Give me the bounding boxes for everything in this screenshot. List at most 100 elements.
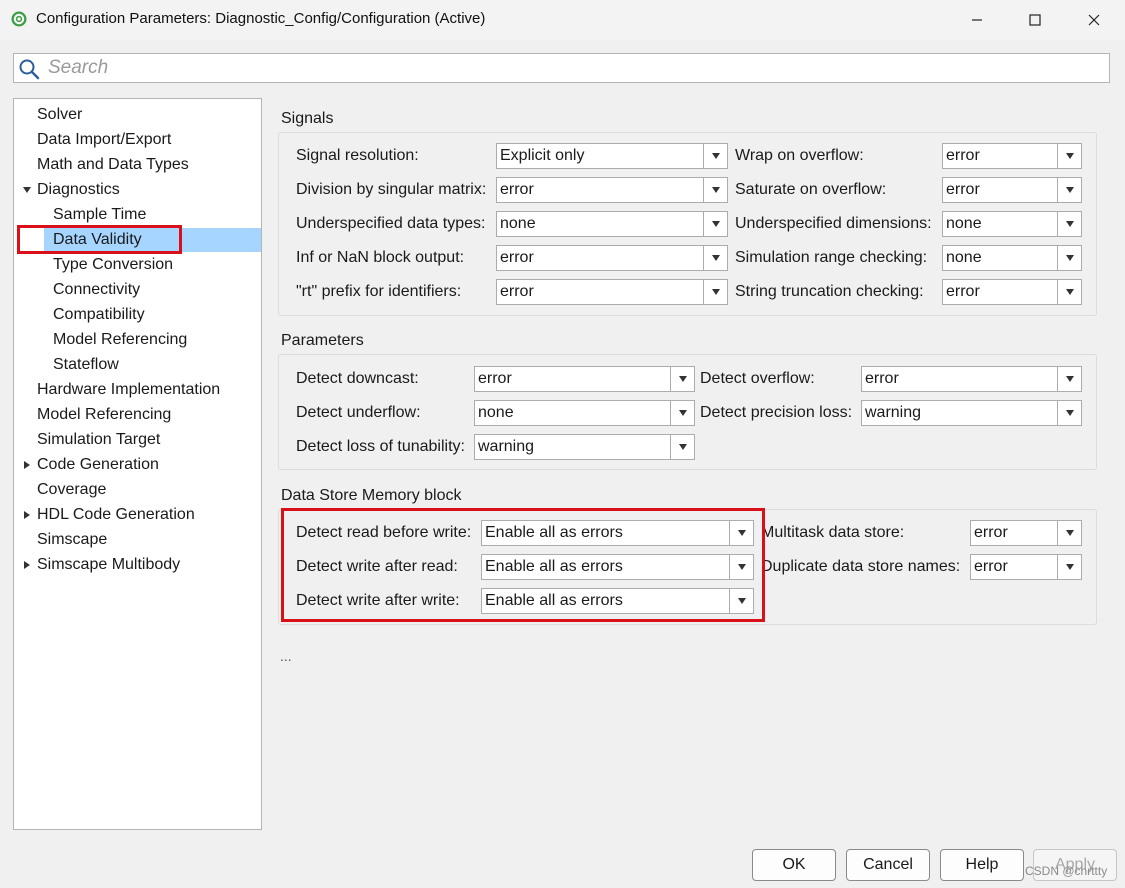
parameters-detect-overflow-dropdown[interactable]: error xyxy=(861,366,1082,392)
dropdown-value: warning xyxy=(478,438,535,455)
tree-item-coverage[interactable]: Coverage xyxy=(14,478,261,502)
tree-item-label: Code Generation xyxy=(37,456,159,473)
chevron-down-icon xyxy=(711,255,720,261)
dropdown-button[interactable] xyxy=(1057,555,1081,579)
chevron-down-icon xyxy=(1065,376,1074,382)
title-bar: Configuration Parameters: Diagnostic_Con… xyxy=(0,0,1125,40)
signals-underspecified-data-types-dropdown[interactable]: none xyxy=(496,211,728,237)
dropdown-button[interactable] xyxy=(1057,144,1081,168)
dropdown-button[interactable] xyxy=(703,246,727,270)
signals-wrap-on-overflow-dropdown[interactable]: error xyxy=(942,143,1082,169)
signals-underspecified-dimensions-dropdown[interactable]: none xyxy=(942,211,1082,237)
dsm-multitask-data-store-dropdown[interactable]: error xyxy=(970,520,1082,546)
help-button[interactable]: Help xyxy=(940,849,1024,881)
dropdown-button[interactable] xyxy=(1057,401,1081,425)
tree-item-simscape[interactable]: Simscape xyxy=(14,528,261,552)
expand-arrow-right-icon[interactable] xyxy=(22,553,32,577)
tree-item-compatibility[interactable]: Compatibility xyxy=(44,303,261,327)
parameters-detect-overflow-label: Detect overflow: xyxy=(700,370,815,387)
tree-item-hdl-code-generation[interactable]: HDL Code Generation xyxy=(14,503,261,527)
minimize-button[interactable] xyxy=(963,6,991,34)
ok-button[interactable]: OK xyxy=(752,849,836,881)
tree-item-solver[interactable]: Solver xyxy=(14,103,261,127)
dropdown-button[interactable] xyxy=(703,280,727,304)
tree-item-diagnostics[interactable]: Diagnostics xyxy=(14,178,261,202)
chevron-down-icon xyxy=(678,444,687,450)
dropdown-button[interactable] xyxy=(1057,212,1081,236)
dropdown-button[interactable] xyxy=(670,435,694,459)
dropdown-button[interactable] xyxy=(1057,178,1081,202)
tree-item-simulation-target[interactable]: Simulation Target xyxy=(14,428,261,452)
expand-arrow-down-icon[interactable] xyxy=(22,178,32,202)
signals-string-truncation-checking-dropdown[interactable]: error xyxy=(942,279,1082,305)
tree-item-stateflow[interactable]: Stateflow xyxy=(44,353,261,377)
maximize-button[interactable] xyxy=(1021,6,1049,34)
chevron-down-icon xyxy=(1065,410,1074,416)
tree-item-label: Model Referencing xyxy=(37,406,172,423)
close-button[interactable] xyxy=(1080,6,1108,34)
tree-item-type-conversion[interactable]: Type Conversion xyxy=(44,253,261,277)
tree-item-label: HDL Code Generation xyxy=(37,506,195,523)
parameters-detect-loss-of-tunability-dropdown[interactable]: warning xyxy=(474,434,695,460)
search-icon xyxy=(19,59,40,80)
tree-item-sample-time[interactable]: Sample Time xyxy=(44,203,261,227)
dropdown-button[interactable] xyxy=(703,178,727,202)
parameters-detect-loss-of-tunability-label: Detect loss of tunability: xyxy=(296,438,465,455)
dsm-duplicate-data-store-names-label: Duplicate data store names: xyxy=(761,558,961,575)
signals-division-by-singular-matrix-dropdown[interactable]: error xyxy=(496,177,728,203)
signals-underspecified-dimensions-label: Underspecified dimensions: xyxy=(735,215,932,232)
content-pane: Signals Parameters Data Store Memory blo… xyxy=(262,98,1112,830)
dropdown-value: none xyxy=(478,404,514,421)
dropdown-value: error xyxy=(946,181,980,198)
parameters-detect-underflow-dropdown[interactable]: none xyxy=(474,400,695,426)
chevron-down-icon xyxy=(1065,153,1074,159)
app-icon xyxy=(11,11,27,27)
dsm-duplicate-data-store-names-dropdown[interactable]: error xyxy=(970,554,1082,580)
tree-item-label: Diagnostics xyxy=(37,181,120,198)
dropdown-button[interactable] xyxy=(703,212,727,236)
chevron-right-icon xyxy=(24,561,30,569)
tree-item-model-referencing[interactable]: Model Referencing xyxy=(14,403,261,427)
chevron-down-icon xyxy=(23,187,31,193)
signals-simulation-range-checking-dropdown[interactable]: none xyxy=(942,245,1082,271)
cancel-button[interactable]: Cancel xyxy=(846,849,930,881)
tree-item-label: Sample Time xyxy=(53,206,147,223)
signals-signal-resolution-dropdown[interactable]: Explicit only xyxy=(496,143,728,169)
dropdown-value: error xyxy=(500,181,534,198)
tree-item-label: Type Conversion xyxy=(53,256,174,273)
dropdown-button[interactable] xyxy=(670,401,694,425)
dropdown-button[interactable] xyxy=(1057,280,1081,304)
parameters-detect-precision-loss-dropdown[interactable]: warning xyxy=(861,400,1082,426)
chevron-down-icon xyxy=(1065,187,1074,193)
expand-arrow-right-icon[interactable] xyxy=(22,453,32,477)
tree-item-hardware-implementation[interactable]: Hardware Implementation xyxy=(14,378,261,402)
category-tree[interactable]: Solver Data Import/Export Math and Data Ty… xyxy=(13,98,262,830)
tree-item-model-referencing[interactable]: Model Referencing xyxy=(44,328,261,352)
tree-item-code-generation[interactable]: Code Generation xyxy=(14,453,261,477)
tree-item-connectivity[interactable]: Connectivity xyxy=(44,278,261,302)
window-title: Configuration Parameters: Diagnostic_Con… xyxy=(36,10,486,27)
search-input[interactable]: Search xyxy=(13,53,1110,83)
dropdown-button[interactable] xyxy=(1057,367,1081,391)
chevron-down-icon xyxy=(711,221,720,227)
dropdown-button[interactable] xyxy=(1057,246,1081,270)
signals-rt-prefix-for-identifiers-label: "rt" prefix for identifiers: xyxy=(296,283,462,300)
expand-arrow-right-icon[interactable] xyxy=(22,503,32,527)
signals-inf-or-nan-block-output-dropdown[interactable]: error xyxy=(496,245,728,271)
dropdown-value: Explicit only xyxy=(500,147,585,164)
dropdown-button[interactable] xyxy=(1057,521,1081,545)
tree-item-data-import-export[interactable]: Data Import/Export xyxy=(14,128,261,152)
signals-rt-prefix-for-identifiers-dropdown[interactable]: error xyxy=(496,279,728,305)
dropdown-button[interactable] xyxy=(703,144,727,168)
dropdown-value: error xyxy=(478,370,512,387)
search-placeholder: Search xyxy=(48,57,109,78)
dropdown-value: error xyxy=(500,283,534,300)
chevron-down-icon xyxy=(678,376,687,382)
tree-item-simscape-multibody[interactable]: Simscape Multibody xyxy=(14,553,261,577)
parameters-detect-downcast-dropdown[interactable]: error xyxy=(474,366,695,392)
more-ellipsis: ... xyxy=(280,648,292,664)
dropdown-button[interactable] xyxy=(670,367,694,391)
tree-item-math-and-data-types[interactable]: Math and Data Types xyxy=(14,153,261,177)
tree-item-label: Data Import/Export xyxy=(37,131,172,148)
signals-saturate-on-overflow-dropdown[interactable]: error xyxy=(942,177,1082,203)
